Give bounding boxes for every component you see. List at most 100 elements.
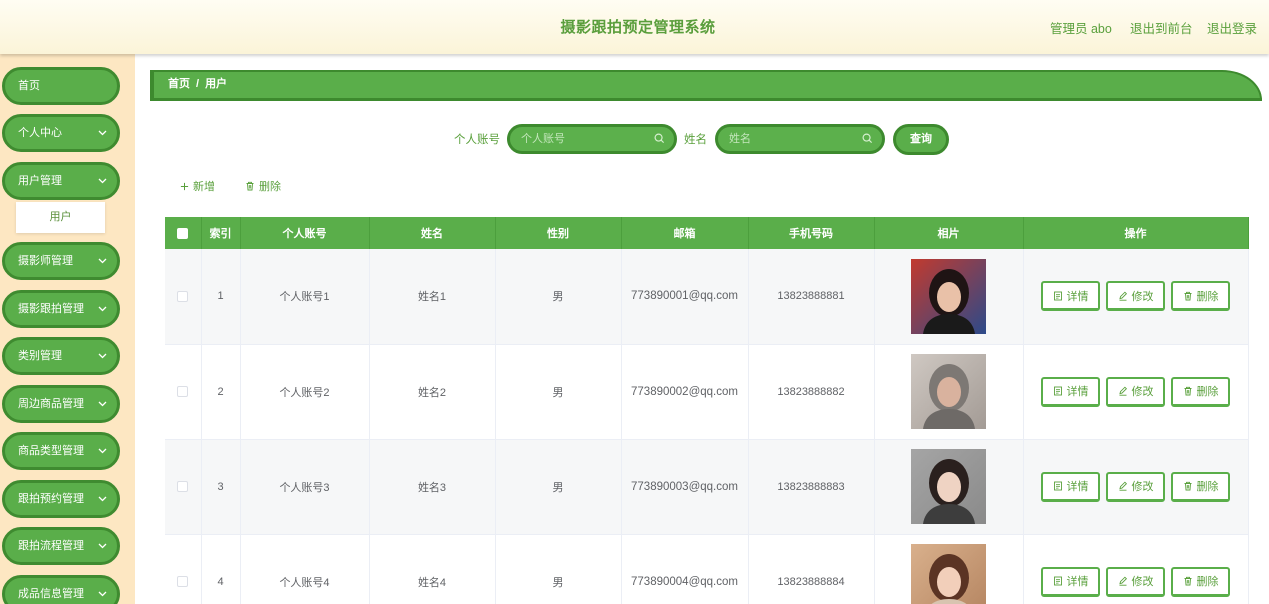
cell-phone: 13823888884	[748, 534, 875, 604]
table-row[interactable]: 2 个人账号2 姓名2 男 773890002@qq.com 13823888882 详情 修…	[165, 344, 1249, 440]
cell-account: 个人账号1	[240, 249, 370, 345]
chevron-down-icon	[98, 591, 107, 597]
chevron-down-icon	[98, 306, 107, 312]
column-header-account: 个人账号	[240, 217, 370, 249]
detail-icon	[1053, 481, 1063, 491]
cell-name: 姓名3	[369, 439, 496, 535]
cell-account: 个人账号4	[240, 534, 370, 604]
breadcrumb-current: 用户	[205, 78, 228, 90]
cell-account: 个人账号2	[240, 344, 370, 440]
row-checkbox[interactable]	[177, 290, 189, 302]
cell-account: 个人账号3	[240, 439, 370, 535]
sidebar-item-label: 周边商品管理	[18, 398, 84, 410]
query-button[interactable]: 查询	[893, 124, 949, 155]
delete-button-label: 删除	[1196, 576, 1219, 588]
delete-button[interactable]: 删除	[1171, 566, 1230, 597]
sidebar-item-label: 跟拍预约管理	[18, 493, 84, 505]
detail-button-label: 详情	[1066, 290, 1089, 303]
breadcrumb-home[interactable]: 首页	[168, 78, 190, 90]
trash-icon	[1183, 386, 1193, 396]
table-header-row: 索引 个人账号 姓名 性别 邮箱 手机号码 相片 操作	[165, 217, 1249, 249]
sidebar-item-workflow-management[interactable]: 跟拍流程管理	[2, 527, 120, 565]
chevron-down-icon	[98, 258, 107, 264]
row-checkbox[interactable]	[177, 386, 189, 398]
row-checkbox[interactable]	[177, 576, 189, 588]
cell-gender: 男	[495, 344, 622, 440]
cell-gender: 男	[495, 534, 622, 604]
sidebar-item-home[interactable]: 首页	[2, 67, 120, 105]
sidebar-item-final-product-management[interactable]: 成品信息管理	[2, 575, 120, 604]
trash-icon	[1183, 576, 1193, 586]
sidebar-item-user-management[interactable]: 用户管理	[2, 162, 120, 200]
batch-delete-button[interactable]: 删除	[245, 178, 281, 194]
select-cell	[165, 534, 202, 604]
delete-button-label: 删除	[1196, 481, 1219, 493]
edit-button-label: 修改	[1131, 576, 1154, 588]
cell-actions: 详情 修改 删除	[1023, 534, 1249, 604]
delete-button-label: 删除	[259, 181, 281, 193]
cell-actions: 详情 修改 删除	[1023, 249, 1249, 345]
cell-gender: 男	[495, 439, 622, 535]
row-checkbox[interactable]	[177, 481, 189, 493]
trash-icon	[1183, 481, 1193, 491]
delete-button[interactable]: 删除	[1171, 376, 1230, 407]
cell-phone: 13823888882	[748, 344, 875, 440]
sidebar-item-photographer-management[interactable]: 摄影师管理	[2, 242, 120, 280]
breadcrumb: 首页 / 用户	[150, 70, 1262, 101]
edit-icon	[1118, 576, 1128, 586]
select-all-checkbox[interactable]	[177, 227, 189, 239]
sidebar-item-shoot-management[interactable]: 摄影跟拍管理	[2, 290, 120, 328]
account-search-field[interactable]	[507, 124, 677, 154]
chevron-down-icon	[98, 130, 107, 136]
edit-button-label: 修改	[1131, 386, 1154, 398]
sidebar-item-label: 摄影跟拍管理	[18, 303, 84, 315]
detail-icon	[1053, 291, 1063, 301]
sidebar-item-personal-center[interactable]: 个人中心	[2, 114, 120, 152]
sidebar-item-category-management[interactable]: 类别管理	[2, 337, 120, 375]
detail-button[interactable]: 详情	[1041, 281, 1100, 312]
edit-button[interactable]: 修改	[1106, 281, 1165, 312]
account-search-input[interactable]	[510, 127, 650, 151]
cell-email: 773890002@qq.com	[621, 344, 749, 440]
table-row[interactable]: 4 个人账号4 姓名4 男 773890004@qq.com 13823888884 详情 修…	[165, 534, 1249, 604]
edit-button[interactable]: 修改	[1106, 471, 1165, 502]
name-search-input[interactable]	[718, 127, 858, 151]
detail-button[interactable]: 详情	[1041, 471, 1100, 502]
sidebar-subitem-users[interactable]: 用户	[16, 202, 105, 233]
user-photo	[911, 258, 986, 334]
logout-link[interactable]: 退出登录	[1207, 18, 1257, 37]
edit-button[interactable]: 修改	[1106, 566, 1165, 597]
breadcrumb-separator: /	[196, 78, 200, 90]
sidebar-item-label: 类别管理	[18, 350, 62, 362]
delete-button[interactable]: 删除	[1171, 471, 1230, 502]
chevron-down-icon	[98, 543, 107, 549]
sidebar-item-label: 用户管理	[18, 175, 62, 187]
delete-button[interactable]: 删除	[1171, 281, 1230, 312]
sidebar-item-product-type-management[interactable]: 商品类型管理	[2, 432, 120, 470]
chevron-down-icon	[98, 178, 107, 184]
back-to-front-link[interactable]: 退出到前台	[1130, 18, 1193, 37]
sidebar-item-booking-management[interactable]: 跟拍预约管理	[2, 480, 120, 518]
row-actions: 详情 修改 删除	[1024, 281, 1248, 312]
detail-button-label: 详情	[1066, 386, 1089, 398]
cell-actions: 详情 修改 删除	[1023, 439, 1249, 535]
app-title: 摄影跟拍预定管理系统	[560, 19, 716, 36]
detail-button[interactable]: 详情	[1041, 566, 1100, 597]
chevron-down-icon	[98, 401, 107, 407]
cell-gender: 男	[495, 249, 622, 345]
add-button[interactable]: 新增	[180, 178, 215, 194]
sidebar-item-merchandise-management[interactable]: 周边商品管理	[2, 385, 120, 423]
detail-button[interactable]: 详情	[1041, 376, 1100, 407]
table-row[interactable]: 1 个人账号1 姓名1 男 773890001@qq.com 13823888881 详情 修…	[165, 249, 1249, 345]
edit-button[interactable]: 修改	[1106, 376, 1165, 407]
table-row[interactable]: 3 个人账号3 姓名3 男 773890003@qq.com 13823888883 详情 修…	[165, 439, 1249, 535]
user-photo	[911, 354, 986, 429]
name-search-field[interactable]	[715, 124, 885, 154]
detail-icon	[1053, 386, 1063, 396]
add-button-label: 新增	[193, 181, 215, 193]
cell-index: 1	[201, 249, 241, 345]
cell-photo	[874, 534, 1024, 604]
cell-index: 2	[201, 344, 241, 440]
user-table: 索引 个人账号 姓名 性别 邮箱 手机号码 相片 操作 1 个人账号1 姓名1 男 77…	[165, 217, 1249, 604]
top-header: 摄影跟拍预定管理系统 管理员 abo 退出到前台 退出登录	[0, 0, 1269, 54]
